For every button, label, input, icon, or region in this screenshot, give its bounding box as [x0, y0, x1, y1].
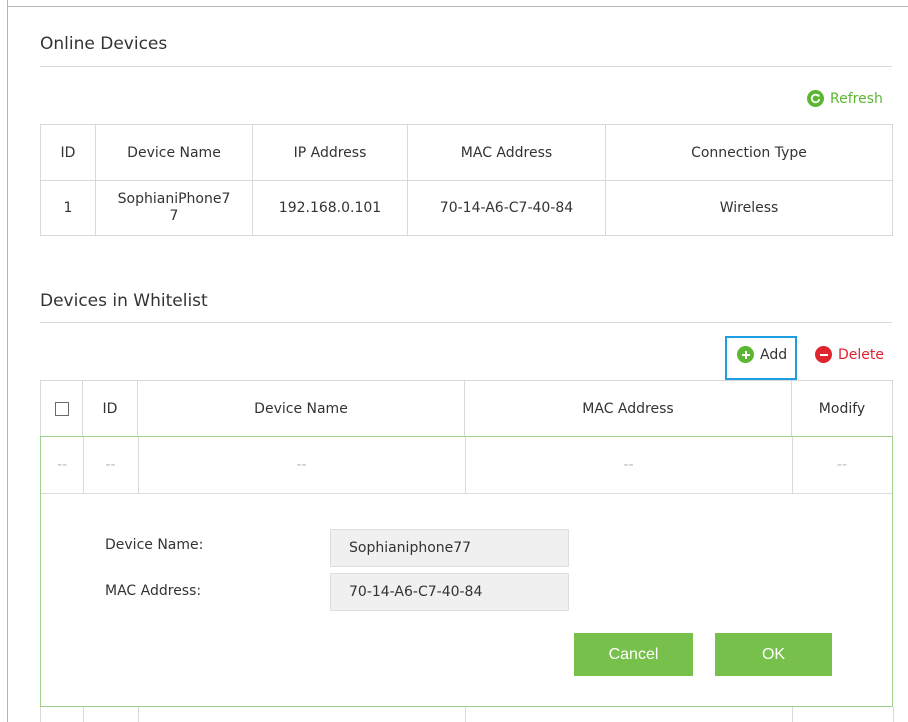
minus-icon: [815, 346, 832, 363]
col-header-mac-address: MAC Address: [407, 124, 606, 181]
col-header-connection-type: Connection Type: [605, 124, 893, 181]
col-header-ip-address: IP Address: [252, 124, 408, 181]
cell-id: 1: [40, 180, 96, 236]
device-name-line1: SophianiPhone7: [117, 191, 231, 207]
select-all-cell: [40, 380, 83, 437]
table-header-row: ID Device Name MAC Address Modify: [40, 380, 893, 437]
placeholder-id: --: [105, 457, 116, 473]
delete-button[interactable]: Delete: [815, 346, 884, 363]
refresh-label: Refresh: [830, 90, 883, 107]
cell-ip-address: 192.168.0.101: [252, 180, 408, 236]
cell-connection-type: Wireless: [605, 180, 893, 236]
panel-divider: [41, 493, 892, 494]
device-name-label: Device Name:: [105, 537, 204, 553]
col-header-id: ID: [82, 380, 138, 437]
placeholder-mac-address: --: [623, 457, 634, 473]
device-name-line2: 7: [169, 208, 179, 224]
ok-button[interactable]: OK: [715, 633, 832, 676]
table-row[interactable]: 1 SophianiPhone7 7 192.168.0.101 70-14-A…: [40, 180, 893, 236]
col-header-device-name: Device Name: [137, 380, 465, 437]
column-divider: [792, 707, 793, 722]
col-header-device-name: Device Name: [95, 124, 253, 181]
refresh-button[interactable]: Refresh: [807, 90, 883, 107]
cell-mac-address: 70-14-A6-C7-40-84: [407, 180, 606, 236]
col-header-modify: Modify: [791, 380, 893, 437]
device-name-input[interactable]: [330, 529, 569, 567]
col-header-mac-address: MAC Address: [464, 380, 792, 437]
whitelist-table: ID Device Name MAC Address Modify: [40, 380, 893, 437]
mac-address-input[interactable]: [330, 573, 569, 611]
page-border-left: [7, 0, 8, 722]
online-devices-table: ID Device Name IP Address MAC Address Co…: [40, 124, 893, 236]
mac-address-label: MAC Address:: [105, 583, 202, 599]
whitelist-divider: [40, 322, 892, 323]
online-devices-divider: [40, 66, 892, 67]
add-label: Add: [760, 346, 788, 363]
placeholder-device-name: --: [296, 457, 307, 473]
table-row-partial: [40, 707, 894, 722]
refresh-icon: [807, 90, 824, 107]
column-divider: [138, 707, 139, 722]
table-header-row: ID Device Name IP Address MAC Address Co…: [40, 124, 893, 181]
plus-icon: [737, 346, 754, 363]
page-border-top: [7, 6, 908, 7]
online-devices-title: Online Devices: [40, 34, 168, 54]
placeholder-checkbox: --: [56, 457, 68, 473]
col-header-id: ID: [40, 124, 96, 181]
column-divider: [465, 707, 466, 722]
select-all-checkbox[interactable]: [54, 401, 69, 416]
whitelist-title: Devices in Whitelist: [40, 291, 208, 311]
column-divider: [83, 707, 84, 722]
placeholder-modify: --: [836, 457, 848, 473]
delete-label: Delete: [838, 346, 884, 363]
cell-device-name: SophianiPhone7 7: [95, 180, 253, 236]
cancel-button[interactable]: Cancel: [574, 633, 693, 676]
column-divider: [893, 707, 894, 722]
add-button[interactable]: Add: [737, 346, 787, 363]
add-device-panel: -- -- -- -- -- Device Name: MAC Address:…: [40, 436, 893, 707]
